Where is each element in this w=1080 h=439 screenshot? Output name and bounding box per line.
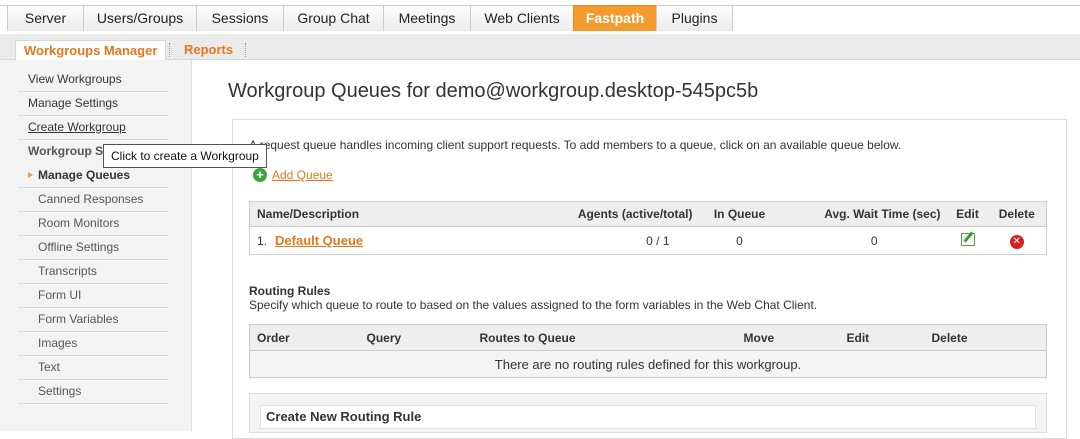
tab-sessions[interactable]: Sessions (196, 5, 284, 31)
sidebar-item-label: Manage Queues (38, 168, 131, 182)
delete-cell: ✕ (988, 227, 1047, 255)
content-panel (232, 119, 1067, 439)
sidebar-item-text[interactable]: Text (18, 356, 168, 380)
agents-cell: 0 / 1 (646, 233, 670, 248)
queue-name-cell: 1. Default Queue (250, 227, 545, 255)
subtab-workgroups-manager[interactable]: Workgroups Manager (15, 40, 167, 61)
routing-table: Order Query Routes to Queue Move Edit De… (249, 324, 1047, 378)
sidebar-item-room-monitors[interactable]: Room Monitors (18, 212, 168, 236)
create-routing-rule-title: Create New Routing Rule (260, 405, 1036, 429)
table-header-row: Name/Description Agents (active/total) I… (249, 201, 1047, 227)
sidebar-item-label: Manage Settings (28, 96, 119, 110)
tab-plugins[interactable]: Plugins (656, 5, 733, 31)
sidebar-item-label: Offline Settings (38, 240, 120, 254)
sidebar-item-images[interactable]: Images (18, 332, 168, 356)
intro-text: A request queue handles incoming client … (249, 138, 902, 152)
tooltip: Click to create a Workgroup (103, 144, 267, 168)
column-header: Name/Description (249, 201, 545, 227)
sidebar-item-label: Transcripts (38, 264, 97, 278)
current-arrow-icon (28, 172, 33, 178)
sidebar-item-label: Images (38, 336, 78, 350)
sub-nav: Workgroups Manager Reports (0, 34, 1080, 61)
sidebar-item-label: Settings (38, 384, 82, 398)
tab-users-groups[interactable]: Users/Groups (83, 5, 197, 31)
in-queue-cell: 0 (736, 233, 743, 248)
add-icon: + (253, 168, 267, 182)
sidebar-item-label: Form Variables (38, 312, 119, 326)
sidebar-item-label: Text (38, 360, 61, 374)
column-header: Edit (947, 201, 988, 227)
column-header: Query (359, 324, 473, 351)
column-header: Delete (987, 201, 1047, 227)
tab-meetings[interactable]: Meetings (383, 5, 471, 31)
sidebar-item-create-workgroup[interactable]: Create Workgroup (18, 116, 168, 140)
tab-server[interactable]: Server (7, 5, 84, 31)
column-header: Routes to Queue (472, 324, 737, 351)
column-header: Delete (924, 324, 1047, 351)
edit-icon[interactable] (960, 232, 975, 246)
subtab-separator (245, 43, 246, 57)
sidebar-item-label: Form UI (38, 288, 82, 302)
sidebar: View Workgroups Manage Settings Create W… (0, 60, 192, 431)
row-number: 1. (257, 234, 268, 248)
column-header: Avg. Wait Time (sec) (779, 201, 948, 227)
sidebar-item-label: Create Workgroup (28, 120, 126, 134)
add-queue-label: Add Queue (272, 168, 333, 182)
sidebar-item-label: Room Monitors (38, 216, 120, 230)
sidebar-item-settings[interactable]: Settings (18, 380, 168, 404)
column-header: Agents (active/total) (544, 201, 700, 227)
edit-cell (948, 227, 988, 255)
queue-link[interactable]: Default Queue (275, 233, 363, 248)
sidebar-item-form-ui[interactable]: Form UI (18, 284, 168, 308)
tab-fastpath[interactable]: Fastpath (573, 5, 657, 31)
avg-wait-cell: 0 (870, 233, 878, 248)
sidebar-item-offline-settings[interactable]: Offline Settings (18, 236, 168, 260)
table-header-row: Order Query Routes to Queue Move Edit De… (249, 324, 1047, 351)
page-title: Workgroup Queues for demo@workgroup.desk… (228, 80, 759, 102)
sidebar-item-form-variables[interactable]: Form Variables (18, 308, 168, 332)
sidebar-item-transcripts[interactable]: Transcripts (18, 260, 168, 284)
sidebar-section-label: Workgroup S (28, 144, 104, 158)
routing-rules-description: Specify which queue to route to based on… (249, 298, 818, 312)
empty-message: There are no routing rules defined for t… (249, 350, 1047, 378)
column-header: Order (249, 324, 360, 351)
delete-icon[interactable]: ✕ (1009, 234, 1024, 249)
column-header: Move (736, 324, 840, 351)
table-row: There are no routing rules defined for t… (249, 350, 1047, 378)
table-row: 1. Default Queue 0 / 1 0 0 ✕ (250, 227, 1047, 255)
tab-web-clients[interactable]: Web Clients (470, 5, 574, 31)
column-header: Edit (839, 324, 925, 351)
sidebar-item-canned-responses[interactable]: Canned Responses (18, 188, 168, 212)
sidebar-item-label: View Workgroups (28, 72, 122, 86)
routing-rules-title: Routing Rules (249, 284, 331, 298)
sidebar-item-manage-settings[interactable]: Manage Settings (18, 92, 168, 116)
queue-table: Name/Description Agents (active/total) I… (249, 201, 1047, 255)
top-nav: Server Users/Groups Sessions Group Chat … (0, 0, 1080, 34)
subtab-reports[interactable]: Reports (184, 40, 233, 61)
column-header: In Queue (699, 201, 780, 227)
sidebar-item-view-workgroups[interactable]: View Workgroups (18, 68, 168, 92)
create-routing-rule-panel: Create New Routing Rule (249, 393, 1047, 433)
tab-group-chat[interactable]: Group Chat (283, 5, 384, 31)
subtab-separator (169, 43, 170, 57)
sidebar-item-label: Canned Responses (38, 192, 144, 206)
